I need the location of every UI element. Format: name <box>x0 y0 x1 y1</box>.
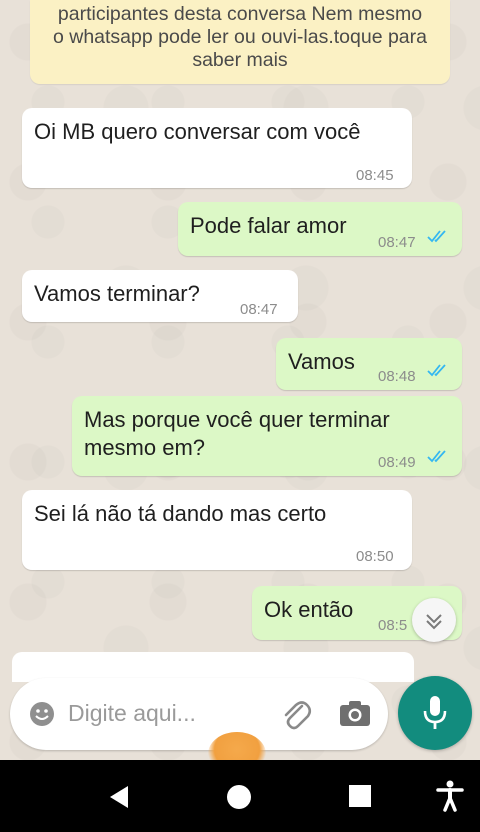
message-time: 08:5 <box>378 617 408 634</box>
accessibility-icon[interactable] <box>436 780 464 812</box>
back-icon[interactable] <box>106 784 132 810</box>
message-bubble-outgoing[interactable]: Pode falar amor 08:47 <box>178 202 462 256</box>
message-time: 08:49 <box>378 454 416 471</box>
message-time: 08:50 <box>356 548 394 565</box>
message-bubble-incoming[interactable]: Oi MB quero conversar com você 08:45 <box>22 108 412 188</box>
recents-icon[interactable] <box>348 784 372 808</box>
message-time: 08:45 <box>356 167 394 184</box>
system-nav-bar <box>0 760 480 832</box>
message-input[interactable]: Digite aqui... <box>68 700 196 727</box>
notice-line-1: participantes desta conversa Nem mesmo <box>57 3 423 25</box>
message-time: 08:47 <box>240 301 278 318</box>
message-bubble-incoming[interactable]: Vamos terminar? 08:47 <box>22 270 298 322</box>
message-composer[interactable]: Digite aqui... <box>10 678 388 750</box>
attach-icon[interactable] <box>278 696 314 732</box>
message-bubble-incoming[interactable]: Sei lá não tá dando mas certo 08:50 <box>22 490 412 570</box>
message-text: Vamos <box>288 349 355 374</box>
message-text-line-2: mesmo em? <box>84 435 206 460</box>
message-text: Pode falar amor <box>190 213 347 238</box>
read-receipt-icon <box>427 364 446 377</box>
message-time: 08:47 <box>378 234 416 251</box>
home-icon[interactable] <box>226 784 252 810</box>
chevron-down-icon <box>426 614 442 630</box>
read-receipt-icon <box>427 230 446 243</box>
emoji-icon[interactable] <box>28 700 56 728</box>
read-receipt-icon <box>427 450 446 463</box>
message-text: Oi MB quero conversar com você <box>34 119 361 144</box>
message-bubble-outgoing[interactable]: Mas porque você quer terminar mesmo em? … <box>72 396 462 476</box>
message-text: Ok então <box>264 597 354 622</box>
message-text: Vamos terminar? <box>34 281 200 306</box>
camera-icon[interactable] <box>338 698 372 728</box>
message-text: Sei lá não tá dando mas certo <box>34 501 327 526</box>
mic-button[interactable] <box>398 676 472 750</box>
message-bubble-outgoing[interactable]: Vamos 08:48 <box>276 338 462 390</box>
scroll-to-bottom-button[interactable] <box>412 598 456 642</box>
notice-line-3: saber mais <box>192 49 288 71</box>
message-time: 08:48 <box>378 368 416 385</box>
encryption-notice[interactable]: participantes desta conversa Nem mesmo o… <box>30 0 450 84</box>
notice-line-2: o whatsapp pode ler ou ouvi-las.toque pa… <box>52 26 427 48</box>
mic-icon <box>423 696 447 729</box>
message-text-line-1: Mas porque você quer terminar <box>84 407 390 432</box>
